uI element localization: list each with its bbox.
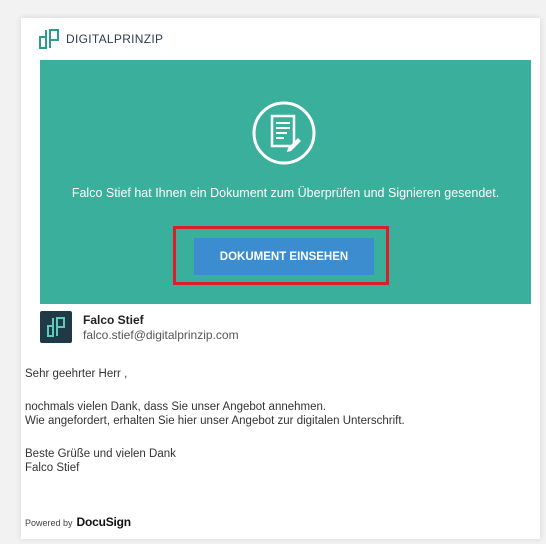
sender-name: Falco Stief [83,313,144,327]
document-sign-icon [252,101,316,165]
powered-by-label: Powered by [25,518,73,528]
powered-by: Powered by DocuSign [25,515,131,529]
signature: Falco Stief [25,462,80,474]
brand-header: DIGITALPRINZIP [38,28,163,50]
view-document-button[interactable]: DOKUMENT EINSEHEN [194,238,374,275]
message-line-2: Wie angefordert, erhalten Sie hier unser… [25,415,405,427]
dp-logo-icon [47,317,65,337]
docusign-logo: DocuSign [76,515,132,529]
greeting: Sehr geehrter Herr , [25,368,128,380]
hero-message: Falco Stief hat Ihnen ein Dokument zum Ü… [71,186,500,200]
closing: Beste Grüße und vielen Dank [25,448,176,460]
sender-block: Falco Stief falco.stief@digitalprinzip.c… [40,311,520,347]
dp-logo-icon [39,29,59,49]
avatar [40,311,72,343]
brand-name: DIGITALPRINZIP [66,32,164,46]
email-card: DIGITALPRINZIP Falco Stief hat Ihnen ein… [21,18,540,539]
hero-banner: Falco Stief hat Ihnen ein Dokument zum Ü… [40,60,531,304]
sender-email[interactable]: falco.stief@digitalprinzip.com [83,328,239,342]
message-line-1: nochmals vielen Dank, dass Sie unser Ang… [25,401,327,413]
